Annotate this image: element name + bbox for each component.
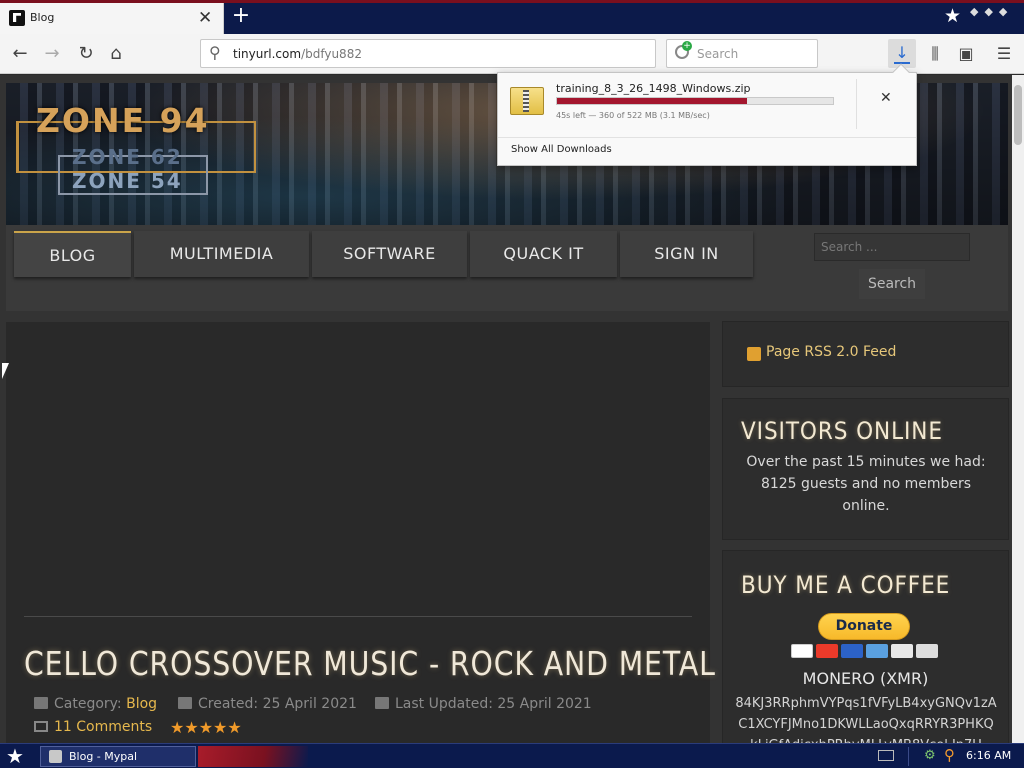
taskbar-item-browser[interactable]: Blog - Mypal bbox=[40, 746, 196, 767]
system-clock[interactable]: 6:16 AM bbox=[966, 749, 1011, 762]
menu-blog[interactable]: BLOG bbox=[14, 231, 131, 277]
back-arrow-icon[interactable]: ← bbox=[6, 40, 34, 68]
logo-sub-text-2: ZONE 54 bbox=[72, 169, 183, 193]
maestro-card-icon bbox=[841, 644, 863, 658]
calendar-icon bbox=[375, 697, 389, 709]
start-star-icon[interactable]: ★ bbox=[6, 745, 24, 767]
article-title[interactable]: CELLO CROSSOVER MUSIC - ROCK AND METAL bbox=[24, 644, 716, 683]
coffee-title: BUY ME A COFFEE bbox=[741, 571, 951, 599]
reload-icon[interactable]: ↻ bbox=[72, 40, 100, 68]
new-tab-button[interactable]: + bbox=[230, 4, 252, 28]
show-all-downloads-link[interactable]: Show All Downloads bbox=[511, 144, 612, 155]
visitors-box: VISITORS ONLINE Over the past 15 minutes… bbox=[723, 399, 1008, 539]
web-page: ZONE 94 ZONE 62 ZONE 54 BLOG MULTIMEDIA … bbox=[0, 75, 1012, 743]
zip-file-icon bbox=[510, 87, 544, 115]
os-taskbar: ★ Blog - Mypal ⚙ ⚲ 6:16 AM bbox=[0, 743, 1024, 768]
site-logo[interactable]: ZONE 94 ZONE 62 ZONE 54 bbox=[16, 93, 256, 218]
tray-separator bbox=[908, 747, 909, 766]
menu-quack-it[interactable]: QUACK IT bbox=[470, 231, 617, 277]
donate-button[interactable]: Donate bbox=[818, 613, 910, 640]
article-updated: Last Updated: 25 April 2021 bbox=[375, 696, 592, 712]
article-created: Created: 25 April 2021 bbox=[178, 696, 357, 712]
address-bar[interactable]: ⚲ tinyurl.com/bdfyu882 bbox=[200, 39, 656, 68]
visitors-text: Over the past 15 minutes we had: 8125 gu… bbox=[746, 454, 986, 514]
article-divider bbox=[24, 616, 692, 617]
window-controls[interactable]: ◆◆◆ bbox=[970, 5, 1013, 18]
search-icon: ⚲ bbox=[209, 43, 221, 62]
search-bar[interactable]: + Search bbox=[666, 39, 818, 68]
hamburger-menu-icon[interactable]: ☰ bbox=[990, 40, 1018, 68]
cancel-download-icon[interactable]: ✕ bbox=[880, 90, 892, 106]
panel-footer-divider bbox=[498, 137, 916, 138]
article-category: Category: Blog bbox=[34, 696, 157, 712]
menu-software[interactable]: SOFTWARE bbox=[312, 231, 467, 277]
browser-app-icon bbox=[49, 750, 62, 763]
discover-card-icon bbox=[891, 644, 913, 658]
article-column: CELLO CROSSOVER MUSIC - ROCK AND METAL C… bbox=[6, 322, 715, 743]
folder-icon bbox=[34, 697, 48, 709]
search-placeholder: Search bbox=[697, 47, 739, 61]
tab-close-icon[interactable]: ✕ bbox=[198, 8, 212, 28]
scrollbar-thumb[interactable] bbox=[1014, 85, 1022, 145]
site-search-input[interactable]: Search ... bbox=[814, 233, 970, 261]
bank-card-icon bbox=[916, 644, 938, 658]
monero-title: MONERO (XMR) bbox=[802, 669, 929, 688]
downloads-panel: training_8_3_26_1498_Windows.zip 45s lef… bbox=[497, 63, 917, 166]
download-progress-bar bbox=[556, 97, 834, 105]
url-text: tinyurl.com/bdfyu882 bbox=[233, 47, 362, 61]
download-status: 45s left — 360 of 522 MB (3.1 MB/sec) bbox=[556, 111, 710, 120]
page-scrollbar[interactable] bbox=[1012, 75, 1024, 743]
site-search-button[interactable]: Search bbox=[859, 269, 925, 299]
panel-separator bbox=[856, 79, 857, 129]
tab-blog[interactable]: Blog ✕ bbox=[0, 3, 224, 34]
site-favicon-icon bbox=[9, 10, 25, 26]
home-icon[interactable]: ⌂ bbox=[102, 40, 130, 68]
keyboard-tray-icon[interactable] bbox=[878, 750, 894, 761]
download-progress-fill bbox=[557, 98, 748, 104]
download-arrow-icon: ↓ bbox=[895, 43, 909, 62]
monero-address[interactable]: 84KJ3RRphmVYPqs1fVFyLB4xyGNQv1zAC1XCYFJM… bbox=[735, 693, 997, 743]
rss-link[interactable]: Page RSS 2.0 Feed bbox=[766, 344, 896, 360]
forward-arrow-icon[interactable]: → bbox=[38, 40, 66, 68]
payment-cards bbox=[791, 644, 941, 658]
visitors-title: VISITORS ONLINE bbox=[741, 417, 943, 445]
menu-sign-in[interactable]: SIGN IN bbox=[620, 231, 753, 277]
navigation-toolbar: ← → ↻ ⌂ ⚲ tinyurl.com/bdfyu882 + Search … bbox=[0, 34, 1024, 74]
download-filename[interactable]: training_8_3_26_1498_Windows.zip bbox=[556, 82, 751, 95]
rss-icon bbox=[747, 347, 761, 361]
network-tray-icon[interactable]: ⚙ bbox=[924, 748, 936, 763]
site-menu: BLOG MULTIMEDIA SOFTWARE QUACK IT SIGN I… bbox=[6, 225, 1008, 311]
menu-multimedia[interactable]: MULTIMEDIA bbox=[134, 231, 309, 277]
mouse-cursor bbox=[2, 363, 9, 379]
tab-strip: Blog ✕ + ★ ◆◆◆ bbox=[0, 0, 1024, 34]
comments-link[interactable]: 11 Comments bbox=[34, 719, 152, 735]
calendar-icon bbox=[178, 697, 192, 709]
library-icon[interactable]: ⫼ bbox=[921, 40, 949, 68]
logo-sub-text-1: ZONE 62 bbox=[72, 145, 183, 169]
rating-stars[interactable]: ★★★★★ bbox=[170, 718, 242, 737]
taskbar-decoration bbox=[198, 746, 308, 767]
category-link[interactable]: Blog bbox=[126, 696, 157, 712]
comment-icon bbox=[34, 721, 48, 732]
coffee-box: BUY ME A COFFEE Donate MONERO (XMR) 84KJ… bbox=[723, 551, 1008, 743]
tab-title: Blog bbox=[30, 11, 55, 24]
logo-main-text: ZONE 94 bbox=[36, 101, 210, 140]
mastercard-icon bbox=[816, 644, 838, 658]
rss-box: Page RSS 2.0 Feed bbox=[723, 322, 1008, 386]
sidebar-toggle-icon[interactable]: ▣ bbox=[952, 40, 980, 68]
add-engine-icon: + bbox=[682, 41, 692, 51]
taskbar-item-label: Blog - Mypal bbox=[69, 750, 138, 763]
visa-card-icon bbox=[791, 644, 813, 658]
search-tray-icon[interactable]: ⚲ bbox=[944, 746, 955, 764]
star-icon: ★ bbox=[944, 5, 962, 27]
amex-card-icon bbox=[866, 644, 888, 658]
